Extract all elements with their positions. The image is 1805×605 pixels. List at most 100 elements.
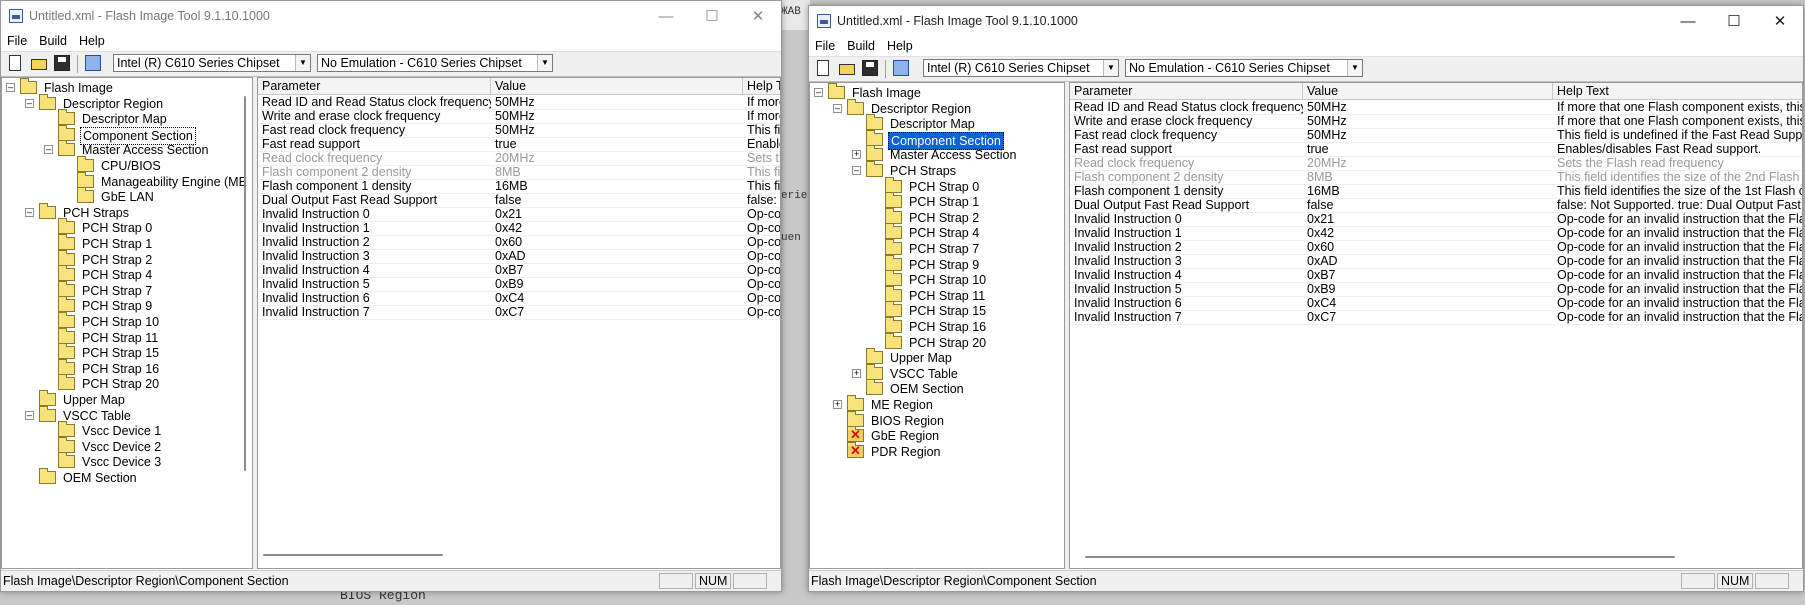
table-row[interactable]: Read ID and Read Status clock frequency 5… (1070, 100, 1802, 115)
table-row[interactable]: Invalid Instruction 4 0xB7 Op-cod (258, 263, 780, 278)
value-cell[interactable]: 16MB (491, 179, 743, 193)
value-cell[interactable]: 50MHz (491, 123, 743, 137)
open-folder-icon[interactable] (839, 64, 855, 75)
table-row[interactable]: Invalid Instruction 2 0x60 Op-cod (258, 235, 780, 250)
value-cell[interactable]: 0x42 (1303, 226, 1553, 240)
value-cell[interactable]: true (1303, 142, 1553, 156)
table-row[interactable]: Read clock frequency 20MHz Sets the Flash … (1070, 156, 1802, 171)
column-header-parameter[interactable]: Parameter (258, 78, 491, 94)
value-cell[interactable]: 50MHz (491, 95, 743, 109)
table-row[interactable]: Read ID and Read Status clock frequency 5… (258, 95, 780, 110)
table-row[interactable]: Fast read clock frequency 50MHz This field… (1070, 128, 1802, 143)
value-cell[interactable]: 0xC7 (491, 305, 743, 319)
table-row[interactable]: Flash component 1 density 16MB This fie (258, 179, 780, 194)
tree-vertical-scrollbar[interactable] (244, 96, 246, 471)
emulation-select[interactable]: No Emulation - C610 Series Chipset ▼ (317, 54, 553, 72)
chevron-down-icon[interactable]: ▼ (1103, 60, 1118, 76)
maximize-icon[interactable]: ☐ (689, 1, 735, 31)
collapse-icon[interactable]: – (25, 98, 34, 108)
table-row[interactable]: Invalid Instruction 1 0x42 Op-cod (258, 221, 780, 236)
navigation-tree[interactable]: – Flash Image – Descriptor Region Descriptor… (1, 77, 253, 569)
value-cell[interactable]: 50MHz (1303, 114, 1553, 128)
collapse-icon[interactable]: – (25, 207, 34, 217)
value-cell[interactable]: 0x42 (491, 221, 743, 235)
table-row[interactable]: Dual Output Fast Read Support false false:… (258, 193, 780, 208)
value-cell[interactable]: 0x60 (1303, 240, 1553, 254)
table-row[interactable]: Invalid Instruction 3 0xAD Op-cod (258, 249, 780, 264)
value-cell[interactable]: 0xC4 (1303, 296, 1553, 310)
table-row[interactable]: Invalid Instruction 3 0xAD Op-code for an … (1070, 254, 1802, 269)
collapse-icon[interactable]: – (6, 83, 15, 92)
build-flash-icon[interactable] (85, 55, 101, 71)
value-cell[interactable]: 0xAD (491, 249, 743, 263)
table-row[interactable]: Fast read support true Enables/disables Fa… (1070, 142, 1802, 157)
table-row[interactable]: Flash component 2 density 8MB This fie (258, 165, 780, 180)
value-cell[interactable]: 8MB (491, 165, 743, 179)
table-row[interactable]: Write and erase clock frequency 50MHz If m… (258, 109, 780, 124)
table-row[interactable]: Flash component 1 density 16MB This field … (1070, 184, 1802, 199)
table-row[interactable]: Invalid Instruction 6 0xC4 Op-cod (258, 291, 780, 306)
emulation-select[interactable]: No Emulation - C610 Series Chipset ▼ (1125, 59, 1363, 77)
grid-horizontal-scrollbar[interactable] (1085, 556, 1675, 558)
value-cell[interactable]: 0x21 (1303, 212, 1553, 226)
column-header-help-te[interactable]: Help Te (743, 78, 780, 94)
menu-file[interactable]: File (1, 34, 33, 48)
value-cell[interactable]: 8MB (1303, 170, 1553, 184)
value-cell[interactable]: 16MB (1303, 184, 1553, 198)
menu-build[interactable]: Build (33, 34, 73, 48)
value-cell[interactable]: 0xC7 (1303, 310, 1553, 324)
new-file-icon[interactable] (817, 60, 829, 76)
collapse-icon[interactable]: – (25, 410, 34, 420)
column-header-value[interactable]: Value (1303, 83, 1553, 99)
chipset-select[interactable]: Intel (R) C610 Series Chipset ▼ (113, 54, 311, 72)
menu-help[interactable]: Help (73, 34, 111, 48)
menu-file[interactable]: File (809, 39, 841, 53)
value-cell[interactable]: 20MHz (491, 151, 743, 165)
table-row[interactable]: Flash component 2 density 8MB This field i… (1070, 170, 1802, 185)
value-cell[interactable]: 0xB9 (1303, 282, 1553, 296)
table-row[interactable]: Invalid Instruction 0 0x21 Op-cod (258, 207, 780, 222)
expand-icon[interactable]: + (852, 150, 861, 160)
minimize-icon[interactable]: — (1665, 6, 1711, 36)
chipset-select[interactable]: Intel (R) C610 Series Chipset ▼ (923, 59, 1119, 77)
value-cell[interactable]: false (1303, 198, 1553, 212)
navigation-tree[interactable]: – Flash Image – Descriptor Region Descriptor… (809, 82, 1065, 569)
value-cell[interactable]: 0x60 (491, 235, 743, 249)
collapse-icon[interactable]: – (833, 103, 842, 113)
collapse-icon[interactable]: – (44, 145, 53, 155)
table-row[interactable]: Invalid Instruction 5 0xB9 Op-code for an … (1070, 282, 1802, 297)
close-icon[interactable]: ✕ (1757, 6, 1803, 36)
grid-horizontal-scrollbar[interactable] (263, 554, 443, 556)
value-cell[interactable]: 50MHz (1303, 128, 1553, 142)
table-row[interactable]: Invalid Instruction 0 0x21 Op-code for an … (1070, 212, 1802, 227)
expand-icon[interactable]: + (852, 368, 861, 378)
column-header-help-text[interactable]: Help Text (1553, 83, 1802, 99)
table-row[interactable]: Invalid Instruction 5 0xB9 Op-cod (258, 277, 780, 292)
save-icon[interactable] (54, 55, 70, 71)
menu-build[interactable]: Build (841, 39, 881, 53)
column-header-value[interactable]: Value (491, 78, 743, 94)
table-row[interactable]: Invalid Instruction 6 0xC4 Op-code for an … (1070, 296, 1802, 311)
new-file-icon[interactable] (9, 55, 21, 71)
table-row[interactable]: Invalid Instruction 7 0xC7 Op-code for an … (1070, 310, 1802, 325)
menu-help[interactable]: Help (881, 39, 919, 53)
table-row[interactable]: Read clock frequency 20MHz Sets the (258, 151, 780, 166)
chevron-down-icon[interactable]: ▼ (295, 55, 310, 71)
table-row[interactable]: Invalid Instruction 7 0xC7 Op-cod (258, 305, 780, 320)
close-icon[interactable]: ✕ (735, 1, 781, 31)
collapse-icon[interactable]: – (814, 88, 823, 97)
table-row[interactable]: Write and erase clock frequency 50MHz If m… (1070, 114, 1802, 129)
table-row[interactable]: Invalid Instruction 1 0x42 Op-code for an … (1070, 226, 1802, 241)
expand-icon[interactable]: + (833, 400, 842, 409)
table-row[interactable]: Fast read clock frequency 50MHz This fie (258, 123, 780, 138)
value-cell[interactable]: true (491, 137, 743, 151)
chevron-down-icon[interactable]: ▼ (537, 55, 552, 71)
value-cell[interactable]: 50MHz (491, 109, 743, 123)
value-cell[interactable]: 0xC4 (491, 291, 743, 305)
table-row[interactable]: Invalid Instruction 2 0x60 Op-code for an … (1070, 240, 1802, 255)
value-cell[interactable]: 0xB9 (491, 277, 743, 291)
collapse-icon[interactable]: – (852, 166, 861, 175)
save-icon[interactable] (862, 60, 878, 76)
minimize-icon[interactable]: — (643, 1, 689, 31)
value-cell[interactable]: false (491, 193, 743, 207)
